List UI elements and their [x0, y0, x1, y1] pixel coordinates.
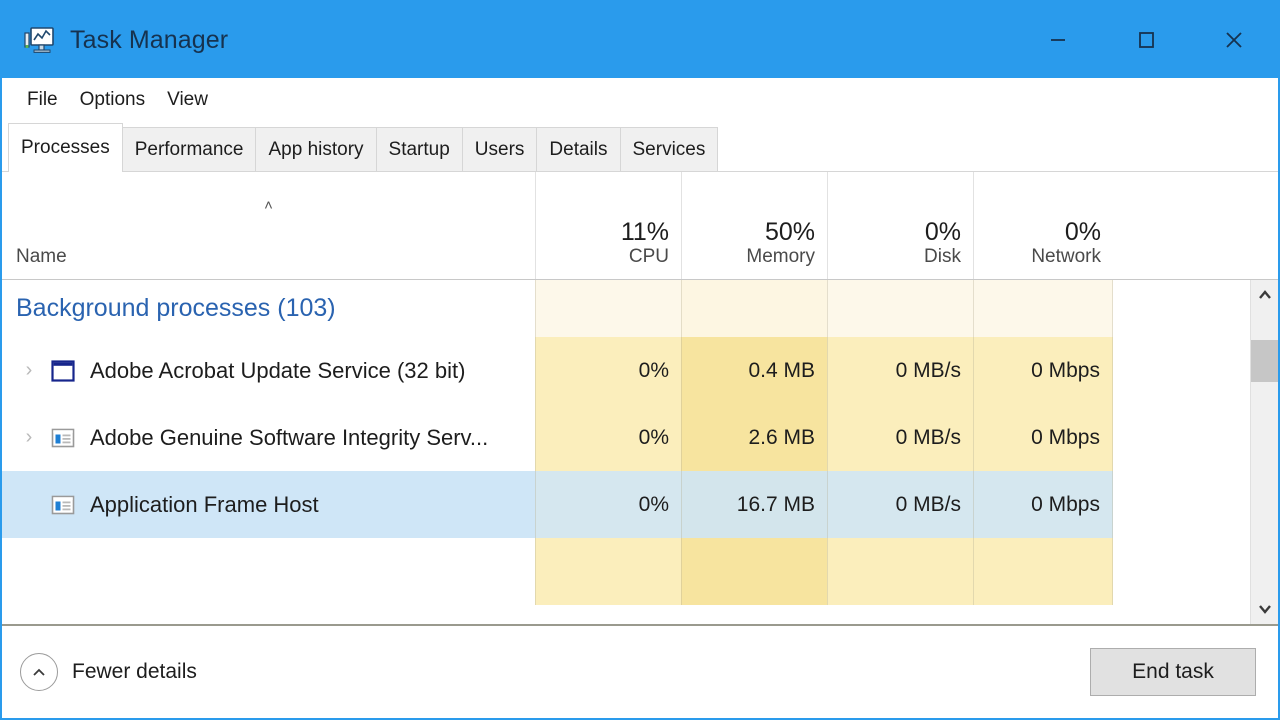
process-disk-value	[827, 538, 973, 605]
tab-strip: Processes Performance App history Startu…	[2, 122, 1278, 172]
process-group-disk	[827, 280, 973, 337]
process-group-network	[973, 280, 1113, 337]
process-memory-value: 0.4 MB	[681, 337, 827, 404]
scrollbar-thumb[interactable]	[1251, 340, 1278, 382]
process-cpu-value: 0%	[535, 404, 681, 471]
fewer-details-button[interactable]: Fewer details	[20, 653, 197, 691]
tab-processes[interactable]: Processes	[8, 123, 123, 172]
window-frame-icon	[50, 358, 76, 384]
process-name-label: Adobe Acrobat Update Service (32 bit)	[90, 358, 465, 384]
process-group-cpu	[535, 280, 681, 337]
process-group-label: Background processes (103)	[2, 294, 336, 323]
chevron-up-icon	[1258, 290, 1272, 300]
menu-item-options[interactable]: Options	[69, 86, 156, 114]
process-memory-value: 16.7 MB	[681, 471, 827, 538]
task-manager-monitor-chart-icon	[22, 23, 56, 57]
process-group-row[interactable]: Background processes (103)	[2, 280, 1250, 337]
process-cpu-value	[535, 538, 681, 605]
scroll-down-button[interactable]	[1251, 594, 1278, 624]
process-name-label: Application Frame Host	[90, 492, 319, 518]
process-name-cell	[2, 538, 535, 605]
column-header-name-label: Name	[16, 245, 535, 269]
process-name-cell: › Adobe Acrobat Update Service (32 bit)	[2, 337, 535, 404]
process-name-cell: › Adobe Genuine Software Integrity Serv.…	[2, 404, 535, 471]
process-network-value: 0 Mbps	[973, 471, 1113, 538]
column-header-disk-percent: 0%	[925, 219, 961, 245]
chevron-up-circle-icon	[20, 653, 58, 691]
process-network-value: 0 Mbps	[973, 337, 1113, 404]
close-button[interactable]	[1190, 2, 1278, 78]
column-header-network-percent: 0%	[1065, 219, 1101, 245]
process-group-name-cell: Background processes (103)	[2, 280, 535, 337]
minimize-button[interactable]	[1014, 2, 1102, 78]
maximize-button[interactable]	[1102, 2, 1190, 78]
process-name-label: Adobe Genuine Software Integrity Serv...	[90, 425, 488, 451]
column-header-memory-percent: 50%	[765, 219, 815, 245]
process-memory-value: 2.6 MB	[681, 404, 827, 471]
chevron-down-icon	[1258, 604, 1272, 614]
window-controls	[1014, 2, 1278, 78]
process-memory-value	[681, 538, 827, 605]
task-manager-window: Task Manager File Options V	[0, 0, 1280, 720]
minimize-icon	[1044, 26, 1072, 54]
sort-ascending-icon: ˄	[2, 198, 535, 213]
vertical-scrollbar[interactable]	[1250, 280, 1278, 624]
menu-bar: File Options View	[2, 78, 1278, 122]
process-cpu-value: 0%	[535, 337, 681, 404]
tab-details[interactable]: Details	[536, 127, 620, 172]
process-group-memory	[681, 280, 827, 337]
tab-services[interactable]: Services	[620, 127, 719, 172]
table-row[interactable]: › Adobe Genuine Software Integrity Serv.…	[2, 404, 1250, 471]
scrollbar-track[interactable]	[1251, 310, 1278, 594]
column-header-spacer	[1113, 172, 1278, 279]
tab-performance[interactable]: Performance	[122, 127, 257, 172]
column-header-row: ˄ Name 11% CPU 50% Memory 0% Disk 0% Net…	[2, 172, 1278, 280]
tab-app-history[interactable]: App history	[255, 127, 376, 172]
scroll-up-button[interactable]	[1251, 280, 1278, 310]
window-title: Task Manager	[70, 26, 228, 55]
column-header-disk[interactable]: 0% Disk	[827, 172, 973, 279]
footer-bar: Fewer details End task	[2, 626, 1278, 718]
menu-item-view[interactable]: View	[156, 86, 219, 114]
expand-chevron-right-icon[interactable]: ›	[14, 426, 44, 449]
column-header-cpu-percent: 11%	[621, 219, 669, 245]
table-row[interactable]: › Adobe Acrobat Update Service (32 bit) …	[2, 337, 1250, 404]
tab-users[interactable]: Users	[462, 127, 538, 172]
app-window-blue-panel-icon	[50, 425, 76, 451]
menu-item-file[interactable]: File	[16, 86, 69, 114]
column-header-memory[interactable]: 50% Memory	[681, 172, 827, 279]
title-bar: Task Manager	[2, 2, 1278, 78]
fewer-details-label: Fewer details	[72, 660, 197, 684]
process-list: Background processes (103) ›	[2, 280, 1250, 624]
end-task-button[interactable]: End task	[1090, 648, 1256, 696]
column-header-network-label: Network	[1031, 245, 1101, 269]
column-header-name[interactable]: ˄ Name	[2, 172, 535, 279]
process-list-area: Background processes (103) ›	[2, 280, 1278, 626]
table-row-selected[interactable]: › Application Frame Host 0%	[2, 471, 1250, 538]
column-header-cpu-label: CPU	[629, 245, 669, 269]
close-icon	[1219, 25, 1249, 55]
process-disk-value: 0 MB/s	[827, 404, 973, 471]
app-window-blue-panel-icon	[50, 492, 76, 518]
column-header-disk-label: Disk	[924, 245, 961, 269]
table-row-partial[interactable]	[2, 538, 1250, 605]
process-network-value: 0 Mbps	[973, 404, 1113, 471]
maximize-icon	[1132, 26, 1160, 54]
tab-startup[interactable]: Startup	[376, 127, 463, 172]
process-network-value	[973, 538, 1113, 605]
process-cpu-value: 0%	[535, 471, 681, 538]
column-header-cpu[interactable]: 11% CPU	[535, 172, 681, 279]
expand-chevron-right-icon[interactable]: ›	[14, 359, 44, 382]
column-header-network[interactable]: 0% Network	[973, 172, 1113, 279]
column-header-memory-label: Memory	[746, 245, 815, 269]
process-disk-value: 0 MB/s	[827, 337, 973, 404]
expand-chevron-placeholder: ›	[14, 493, 44, 516]
process-name-cell: › Application Frame Host	[2, 471, 535, 538]
process-disk-value: 0 MB/s	[827, 471, 973, 538]
